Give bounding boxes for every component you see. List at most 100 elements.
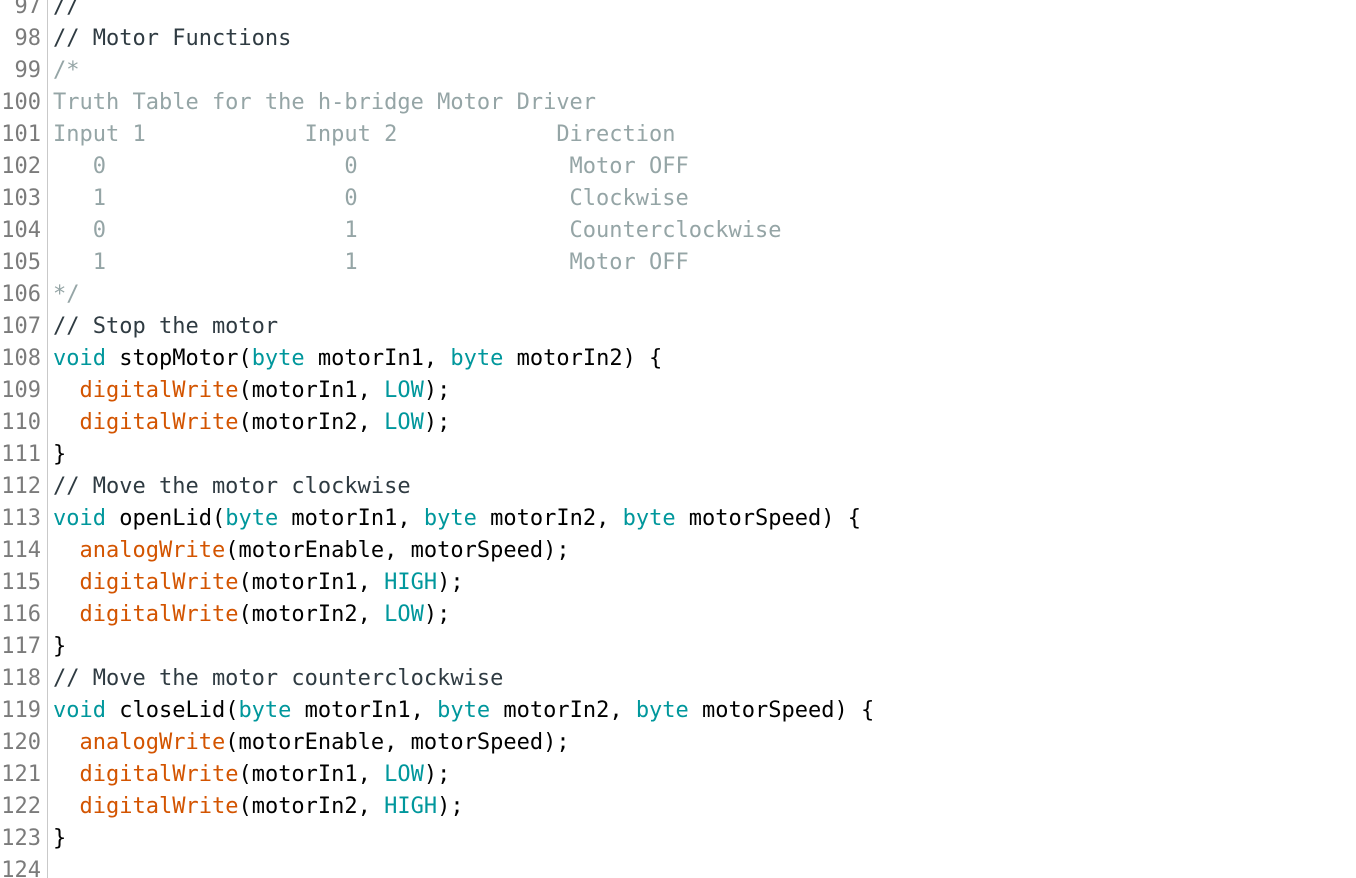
token-plain: motorIn2, — [490, 698, 636, 723]
code-line-text[interactable]: digitalWrite(motorIn2, HIGH); — [53, 791, 464, 823]
code-line-text[interactable]: /* — [53, 55, 80, 87]
token-plain: ); — [437, 570, 464, 595]
code-editor-viewport[interactable]: 97 // 98 // Motor Functions 99 /* 100 Truth Ta… — [0, 0, 1356, 878]
code-line-text[interactable]: 0 1 Counterclockwise — [53, 215, 782, 247]
code-line[interactable]: 115 digitalWrite(motorIn1, HIGH); — [0, 567, 1356, 599]
code-line[interactable]: 121 digitalWrite(motorIn1, LOW); — [0, 759, 1356, 791]
code-line[interactable]: 120 analogWrite(motorEnable, motorSpeed)… — [0, 727, 1356, 759]
code-line-text[interactable]: digitalWrite(motorIn1, LOW); — [53, 759, 451, 791]
line-number: 113 — [1, 506, 41, 531]
code-line-text[interactable]: */ — [53, 279, 80, 311]
code-line-text[interactable]: 0 0 Motor OFF — [53, 151, 689, 183]
code-line[interactable]: 110 digitalWrite(motorIn2, LOW); — [0, 407, 1356, 439]
token-blockcomment: Input 1 Input 2 Direction — [53, 122, 676, 147]
code-line-text[interactable]: analogWrite(motorEnable, motorSpeed); — [53, 727, 570, 759]
line-number: 122 — [1, 794, 41, 819]
token-plain: motorIn1, — [304, 346, 451, 371]
token-blockcomment: 1 0 Clockwise — [53, 186, 689, 211]
code-line[interactable]: 102 0 0 Motor OFF — [0, 151, 1356, 183]
token-blockcomment: 0 1 Counterclockwise — [53, 218, 782, 243]
code-line[interactable]: 103 1 0 Clockwise — [0, 183, 1356, 215]
code-line-text[interactable]: Input 1 Input 2 Direction — [53, 119, 676, 151]
code-line[interactable]: 100 Truth Table for the h-bridge Motor Dr… — [0, 87, 1356, 119]
code-line[interactable]: 99 /* — [0, 55, 1356, 87]
code-line-text[interactable]: } — [53, 439, 66, 471]
token-keyword: void — [53, 698, 106, 723]
code-line[interactable]: 109 digitalWrite(motorIn1, LOW); — [0, 375, 1356, 407]
token-keyword: byte — [238, 698, 292, 723]
token-plain: openLid( — [105, 506, 226, 531]
token-keyword: byte — [251, 346, 305, 371]
token-plain: motorSpeed) { — [688, 698, 875, 723]
token-function: digitalWrite — [79, 602, 239, 627]
code-line[interactable]: 122 digitalWrite(motorIn2, HIGH); — [0, 791, 1356, 823]
code-line-text[interactable]: digitalWrite(motorIn1, HIGH); — [53, 567, 464, 599]
code-line-text[interactable]: analogWrite(motorEnable, motorSpeed); — [53, 535, 570, 567]
code-line-text[interactable]: digitalWrite(motorIn2, LOW); — [53, 599, 451, 631]
code-line-text[interactable]: 1 1 Motor OFF — [53, 247, 689, 279]
code-line[interactable]: 113 void openLid(byte motorIn1, byte moto… — [0, 503, 1356, 535]
code-line[interactable]: 124 — [0, 855, 1356, 878]
code-line[interactable]: 118 // Move the motor counterclockwise — [0, 663, 1356, 695]
token-blockcomment: 0 0 Motor OFF — [53, 154, 689, 179]
line-number: 103 — [1, 186, 41, 211]
code-line[interactable]: 106 */ — [0, 279, 1356, 311]
code-line[interactable]: 108 void stopMotor(byte motorIn1, byte mo… — [0, 343, 1356, 375]
code-line[interactable]: 105 1 1 Motor OFF — [0, 247, 1356, 279]
code-line-text[interactable]: // Stop the motor — [53, 311, 278, 343]
token-plain: motorIn2) { — [503, 346, 663, 371]
token-constant: HIGH — [384, 570, 438, 595]
code-line[interactable]: 98 // Motor Functions — [0, 23, 1356, 55]
token-plain: } — [53, 634, 67, 659]
code-line-text[interactable]: void closeLid(byte motorIn1, byte motorI… — [53, 695, 874, 727]
code-line[interactable]: 119 void closeLid(byte motorIn1, byte mot… — [0, 695, 1356, 727]
token-plain: } — [53, 442, 67, 467]
token-function: digitalWrite — [79, 410, 239, 435]
line-number: 114 — [1, 538, 41, 563]
code-line[interactable]: 104 0 1 Counterclockwise — [0, 215, 1356, 247]
code-line-text[interactable]: } — [53, 631, 66, 663]
code-line-text[interactable]: digitalWrite(motorIn2, LOW); — [53, 407, 451, 439]
code-line-text[interactable]: digitalWrite(motorIn1, LOW); — [53, 375, 451, 407]
token-plain: } — [53, 826, 67, 851]
token-plain: closeLid( — [105, 698, 239, 723]
line-number: 109 — [1, 378, 41, 403]
token-plain: (motorIn1, — [238, 378, 385, 403]
code-line[interactable]: 112 // Move the motor clockwise — [0, 471, 1356, 503]
token-plain: motorIn1, — [291, 698, 438, 723]
token-plain: motorIn2, — [476, 506, 623, 531]
gutter-separator-rule — [47, 0, 48, 878]
code-line-text[interactable]: void stopMotor(byte motorIn1, byte motor… — [53, 343, 662, 375]
code-line[interactable]: 111} — [0, 439, 1356, 471]
code-line-text[interactable]: void openLid(byte motorIn1, byte motorIn… — [53, 503, 861, 535]
token-keyword: void — [53, 506, 106, 531]
code-line-text[interactable]: } — [53, 823, 66, 855]
code-line[interactable]: 107 // Stop the motor — [0, 311, 1356, 343]
line-number: 120 — [1, 730, 41, 755]
code-line[interactable]: 117} — [0, 631, 1356, 663]
code-line-text[interactable]: 1 0 Clockwise — [53, 183, 689, 215]
code-line[interactable]: 116 digitalWrite(motorIn2, LOW); — [0, 599, 1356, 631]
token-blockcomment: 1 1 Motor OFF — [53, 250, 689, 275]
line-number: 98 — [14, 26, 42, 51]
code-line-text[interactable]: // Motor Functions — [53, 23, 291, 55]
token-blockcomment: Truth Table for the h-bridge Motor Drive… — [53, 90, 597, 115]
token-plain: ); — [423, 762, 451, 787]
code-line-text[interactable]: Truth Table for the h-bridge Motor Drive… — [53, 87, 596, 119]
line-number: 111 — [1, 442, 41, 467]
token-keyword: byte — [437, 698, 491, 723]
code-line[interactable]: 97 // — [0, 0, 1356, 23]
code-lines-container[interactable]: 97 // 98 // Motor Functions 99 /* 100 Truth Ta… — [0, 0, 1356, 878]
code-line[interactable]: 123} — [0, 823, 1356, 855]
token-function: digitalWrite — [79, 378, 239, 403]
token-plain: ); — [423, 602, 451, 627]
code-line-text[interactable]: // Move the motor counterclockwise — [53, 663, 503, 695]
code-line-text[interactable]: // Move the motor clockwise — [53, 471, 411, 503]
token-plain: (motorEnable, motorSpeed); — [225, 538, 570, 563]
token-plain: (motorIn2, — [238, 794, 385, 819]
code-line-text[interactable]: // — [53, 0, 93, 23]
code-line[interactable]: 114 analogWrite(motorEnable, motorSpeed)… — [0, 535, 1356, 567]
code-line[interactable]: 101 Input 1 Input 2 Direction — [0, 119, 1356, 151]
